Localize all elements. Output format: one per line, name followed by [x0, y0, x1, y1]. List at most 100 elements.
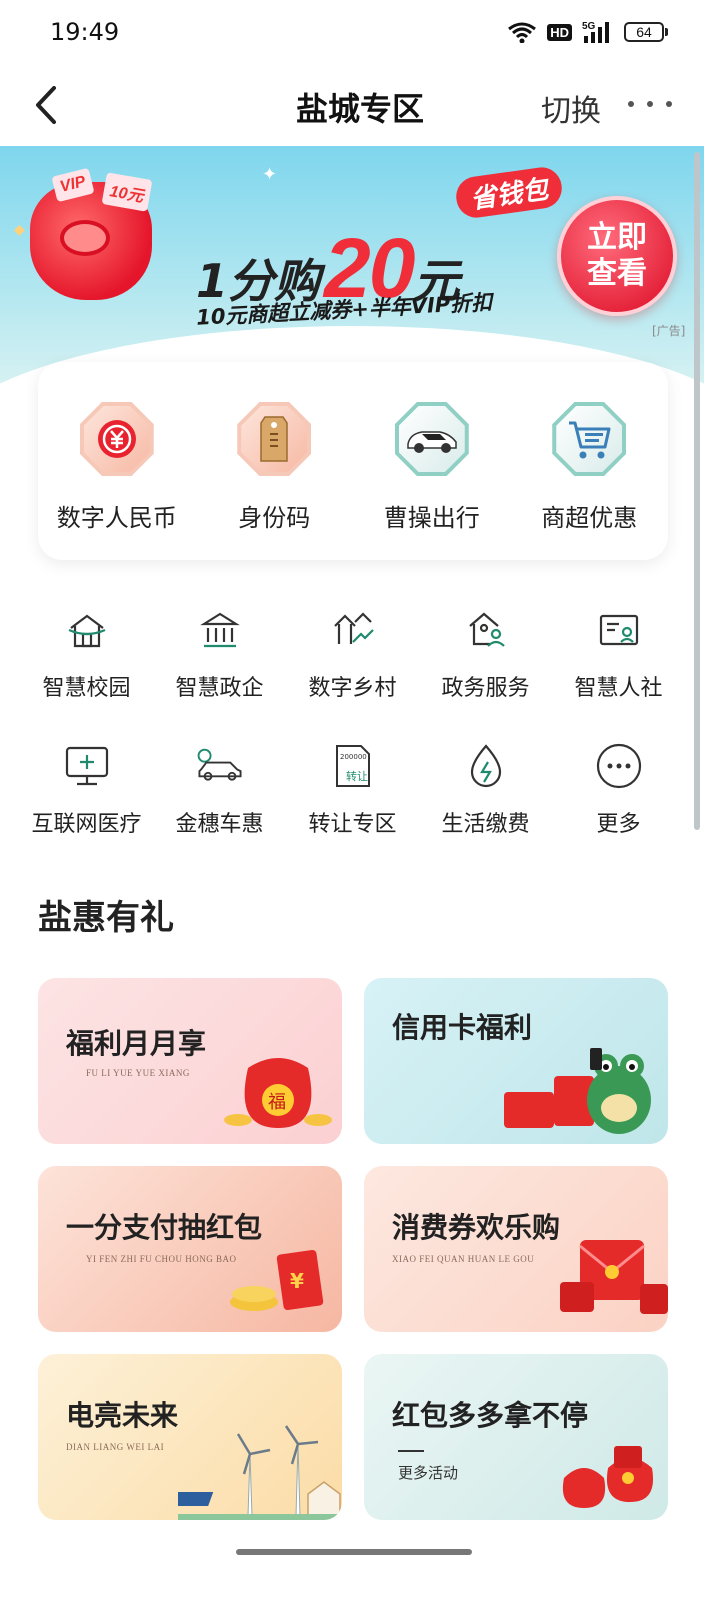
promo-card-one-cent-pay[interactable]: 一分支付抽红包 YI FEN ZHI FU CHOU HONG BAO ¥ [38, 1166, 342, 1332]
featured-item-shopping[interactable]: 商超优惠 [514, 402, 664, 560]
gov-service-icon [462, 606, 510, 654]
service-item-more[interactable]: 更多 [552, 742, 685, 838]
featured-services-card: 数字人民币 身份码 曹操出行 商超优惠 [38, 362, 668, 560]
service-item-utility[interactable]: 生活缴费 [419, 742, 552, 838]
service-label: 政务服务 [441, 676, 530, 701]
car-ride-icon [394, 402, 469, 476]
battery-icon: 64 [624, 22, 668, 42]
dot-icon [647, 101, 653, 107]
wifi-icon [508, 22, 537, 43]
dot-icon [666, 101, 672, 107]
promo-title: 福利月月享 [66, 1027, 207, 1060]
service-item-transfer[interactable]: 200000 转让 转让专区 [286, 742, 419, 838]
page-title: 盐城专区 [295, 90, 424, 128]
promo-title: 一分支付抽红包 [66, 1211, 263, 1244]
red-envelope-icon [560, 1240, 668, 1314]
utility-icon [462, 742, 510, 790]
promo-pinyin: XIAO FEI QUAN HUAN LE GOU [392, 1254, 535, 1264]
featured-item-digital-rmb[interactable]: 数字人民币 [42, 402, 192, 560]
status-time: 19:49 [50, 18, 120, 46]
medical-icon [63, 742, 111, 790]
featured-item-car-ride[interactable]: 曹操出行 [357, 402, 507, 560]
service-item-social-security[interactable]: 智慧人社 [552, 606, 685, 702]
svg-text:¥: ¥ [290, 1269, 304, 1293]
chevron-left-icon [36, 86, 56, 124]
lucky-bag-icon: 福 [224, 1058, 332, 1128]
promo-card-coupon[interactable]: 消费券欢乐购 XIAO FEI QUAN HUAN LE GOU [364, 1166, 668, 1332]
village-icon [329, 606, 377, 654]
cta-line2: 查看 [587, 256, 647, 291]
more-menu-button[interactable] [628, 94, 672, 114]
red-packets-icon [562, 1446, 654, 1508]
promo-card-welfare[interactable]: 福利月月享 FU LI YUE YUE XIANG 福 [38, 978, 342, 1144]
service-label: 互联网医疗 [31, 812, 142, 837]
promo-grid: 福利月月享 FU LI YUE YUE XIANG 福 信用卡福利 一分支付抽红… [38, 978, 668, 1520]
shopping-cart-icon [552, 402, 627, 476]
scrollbar[interactable] [694, 152, 700, 830]
nav-bar: 盐城专区 切换 [0, 64, 720, 146]
service-label: 智慧人社 [574, 676, 663, 701]
svg-text:5G: 5G [582, 21, 596, 32]
featured-label: 曹操出行 [383, 504, 480, 532]
promo-pinyin: DIAN LIANG WEI LAI [66, 1442, 165, 1452]
dot-icon [628, 101, 634, 107]
service-label: 智慧政企 [175, 676, 264, 701]
back-button[interactable] [26, 82, 66, 128]
service-label: 智慧校园 [42, 676, 131, 701]
car-icon [196, 742, 244, 790]
sparkle-icon: ◆ [14, 222, 25, 238]
service-grid: 智慧校园 智慧政企 数字乡村 政务服务 智慧人社 互联网医疗 金穗车惠 2000… [20, 606, 686, 838]
id-code-icon [237, 402, 312, 476]
featured-label: 数字人民币 [56, 504, 177, 532]
service-item-medical[interactable]: 互联网医疗 [20, 742, 153, 838]
promo-card-red-packets[interactable]: 红包多多拿不停 更多活动 [364, 1354, 668, 1520]
service-label: 金穗车惠 [175, 812, 264, 837]
section-title: 盐惠有礼 [38, 898, 174, 938]
service-item-gov-service[interactable]: 政务服务 [419, 606, 552, 702]
social-security-icon [595, 606, 643, 654]
campus-icon [63, 606, 111, 654]
pouch-clasp-icon [60, 220, 110, 256]
featured-label: 商超优惠 [541, 504, 638, 532]
more-icon [595, 742, 643, 790]
more-activities-link[interactable]: 更多活动 [398, 1450, 458, 1483]
status-icons: HD 5G 64 [507, 20, 668, 44]
promo-title: 消费券欢乐购 [392, 1211, 561, 1244]
frog-mascot-icon [504, 1048, 651, 1134]
promo-title: 电亮未来 [66, 1399, 179, 1432]
promo-card-electric[interactable]: 电亮未来 DIAN LIANG WEI LAI [38, 1354, 342, 1520]
government-icon [196, 606, 244, 654]
wind-turbine-icon [178, 1425, 342, 1520]
ad-label: [广告] [652, 324, 686, 338]
promo-card-credit-card[interactable]: 信用卡福利 [364, 978, 668, 1144]
promo-pinyin: YI FEN ZHI FU CHOU HONG BAO [86, 1254, 237, 1264]
status-bar: 19:49 HD 5G 64 [0, 0, 720, 64]
svg-text:转让: 转让 [346, 769, 368, 783]
banner-tag: 省钱包 [453, 164, 565, 221]
switch-button[interactable]: 切换 [541, 86, 601, 130]
transfer-icon: 200000 转让 [329, 742, 377, 790]
service-label: 生活缴费 [441, 812, 530, 837]
service-label: 数字乡村 [308, 676, 397, 701]
featured-item-id-code[interactable]: 身份码 [199, 402, 349, 560]
cta-line1: 立即 [587, 220, 647, 255]
sparkle-icon: ✦ [262, 164, 278, 185]
red-envelope-icon: ¥ [230, 1250, 324, 1311]
promo-pinyin: FU LI YUE YUE XIANG [86, 1068, 190, 1078]
service-label: 更多 [596, 812, 641, 837]
signal-icon: 5G [582, 21, 609, 43]
featured-label: 身份码 [238, 504, 311, 532]
service-label: 转让专区 [308, 812, 397, 837]
svg-text:200000: 200000 [340, 753, 367, 761]
service-item-car[interactable]: 金穗车惠 [153, 742, 286, 838]
svg-text:福: 福 [268, 1092, 286, 1113]
view-now-button[interactable]: 立即 查看 [557, 196, 677, 316]
service-item-government[interactable]: 智慧政企 [153, 606, 286, 702]
service-item-campus[interactable]: 智慧校园 [20, 606, 153, 702]
battery-level: 64 [636, 24, 652, 40]
promo-title: 红包多多拿不停 [392, 1399, 589, 1432]
hd-badge: HD [547, 23, 572, 41]
digital-rmb-icon [79, 402, 154, 476]
service-item-village[interactable]: 数字乡村 [286, 606, 419, 702]
home-indicator[interactable] [236, 1549, 472, 1555]
